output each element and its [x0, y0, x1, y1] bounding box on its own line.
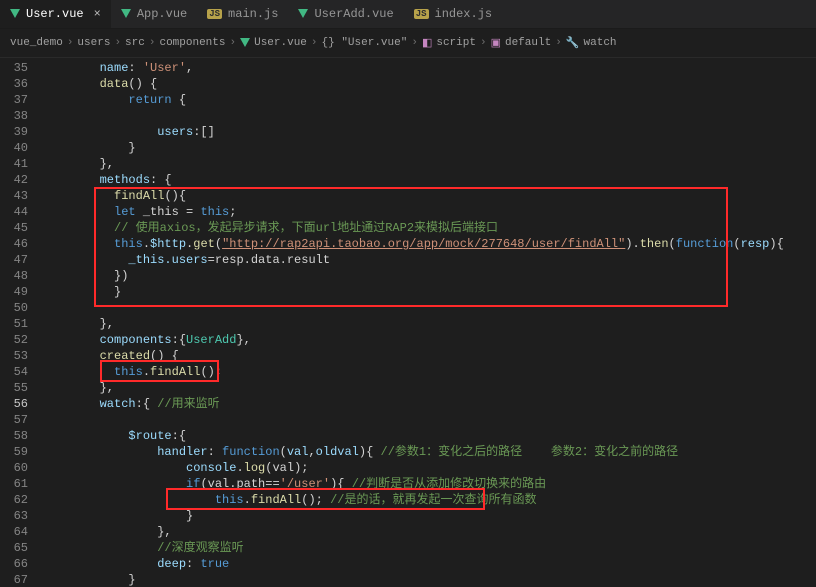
tab-label: main.js [228, 7, 278, 21]
crumb[interactable]: watch [584, 37, 617, 49]
vue-icon [240, 38, 250, 48]
crumb[interactable]: components [159, 37, 225, 49]
crumb[interactable]: User.vue [254, 37, 307, 49]
close-icon[interactable]: × [94, 7, 101, 21]
code-area[interactable]: name: 'User', data() { return { users:[]… [36, 58, 816, 587]
tab-label: User.vue [26, 7, 84, 21]
js-icon: JS [207, 9, 222, 19]
vue-icon [121, 9, 131, 19]
script-icon: ◧ [422, 36, 432, 50]
tab-label: App.vue [137, 7, 187, 21]
crumb[interactable]: users [77, 37, 110, 49]
tab-user-vue[interactable]: User.vue × [0, 0, 111, 28]
crumb[interactable]: src [125, 37, 145, 49]
crumb[interactable]: default [505, 37, 551, 49]
tab-bar: User.vue × App.vue JS main.js UserAdd.vu… [0, 0, 816, 29]
object-icon: ▣ [491, 36, 501, 50]
vue-icon [10, 9, 20, 19]
crumb[interactable]: vue_demo [10, 37, 63, 49]
crumb[interactable]: script [436, 37, 476, 49]
line-gutter: 3536373839404142434445464748495051525354… [0, 58, 36, 587]
crumb[interactable]: {} "User.vue" [322, 37, 408, 49]
editor[interactable]: 3536373839404142434445464748495051525354… [0, 58, 816, 587]
breadcrumb[interactable]: vue_demo› users› src› components› User.v… [0, 29, 816, 58]
tab-index-js[interactable]: JS index.js [404, 0, 502, 28]
vue-icon [298, 9, 308, 19]
tab-useradd-vue[interactable]: UserAdd.vue [288, 0, 403, 28]
tab-app-vue[interactable]: App.vue [111, 0, 197, 28]
js-icon: JS [414, 9, 429, 19]
tab-label: UserAdd.vue [314, 7, 393, 21]
wrench-icon: 🔧 [566, 36, 580, 50]
tab-main-js[interactable]: JS main.js [197, 0, 288, 28]
tab-label: index.js [435, 7, 493, 21]
